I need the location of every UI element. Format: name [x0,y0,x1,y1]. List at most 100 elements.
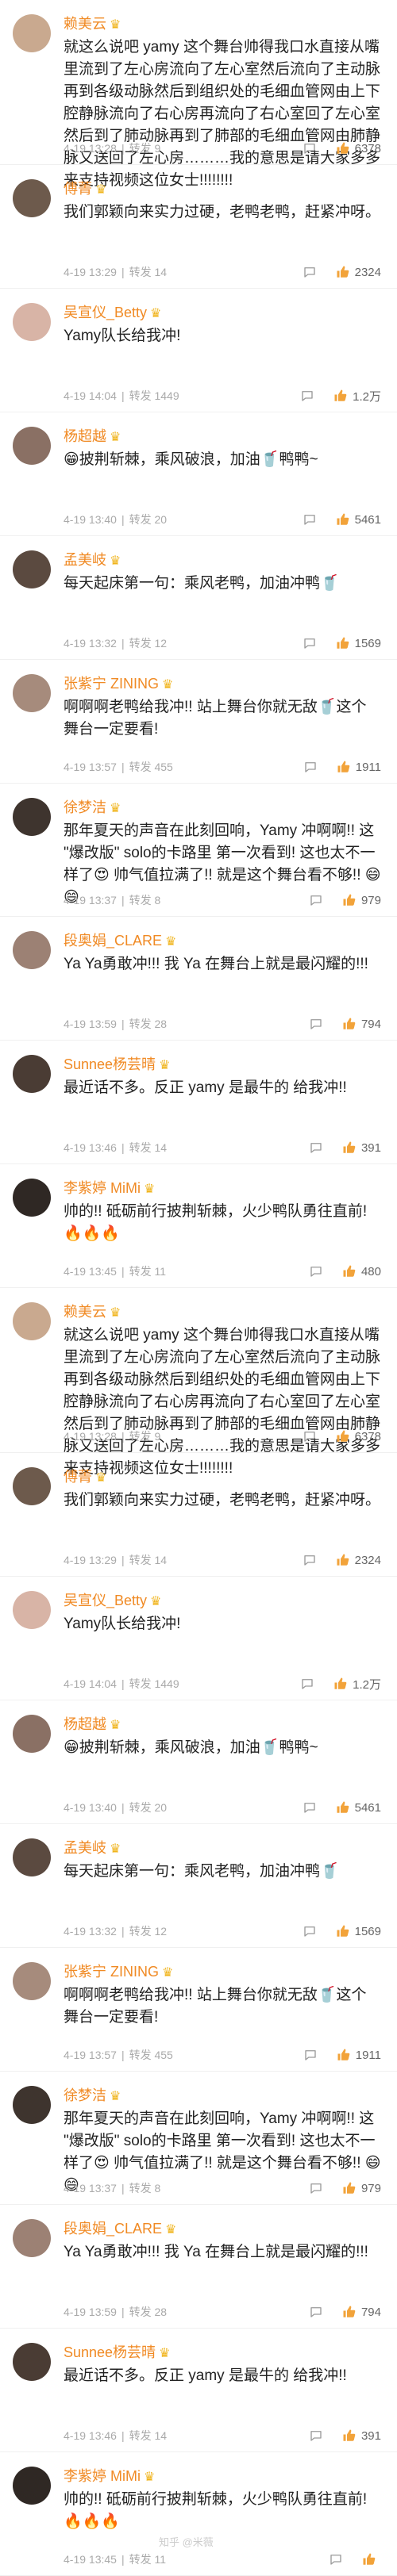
like-button[interactable]: 6378 [336,141,381,155]
like-button[interactable]: 6378 [336,1429,381,1443]
repost-count[interactable]: 转发 11 [129,1263,166,1279]
avatar[interactable] [13,1055,51,1093]
reply-comment-icon[interactable] [309,2428,323,2443]
commenter-name[interactable]: 李紫婷 MiMi ♛ [64,1177,155,1198]
avatar[interactable] [13,798,51,836]
commenter-name[interactable]: 段奥娟_CLARE ♛ [64,930,176,950]
repost-count[interactable]: 转发 14 [129,1140,167,1156]
commenter-name[interactable]: 孟美岐 ♛ [64,549,121,569]
commenter-name[interactable]: 赖美云 ♛ [64,1301,121,1321]
commenter-name[interactable]: 张紫宁 ZINING ♛ [64,673,173,693]
reply-comment-icon[interactable] [303,265,317,279]
like-button[interactable]: 794 [342,1017,381,1031]
repost-count[interactable]: 转发 8 [129,892,161,908]
like-button[interactable]: 1569 [336,1924,381,1938]
repost-count[interactable]: 转发 14 [129,1552,167,1568]
reply-comment-icon[interactable] [303,512,317,527]
avatar[interactable] [13,2219,51,2257]
like-button[interactable]: 1.2万 [333,388,381,404]
reply-comment-icon[interactable] [300,389,314,403]
commenter-name[interactable]: 吴宣仪_Betty ♛ [64,301,161,322]
commenter-name[interactable]: 段奥娟_CLARE ♛ [64,2218,176,2238]
reply-comment-icon[interactable] [309,1140,323,1155]
like-button[interactable]: 5461 [336,1800,381,1815]
repost-count[interactable]: 转发 28 [129,2304,167,2320]
avatar[interactable] [13,1179,51,1217]
like-button[interactable]: 2324 [336,1553,381,1567]
avatar[interactable] [13,14,51,52]
like-button[interactable]: 5461 [336,512,381,527]
reply-comment-icon[interactable] [329,2552,343,2566]
reply-comment-icon[interactable] [303,1553,317,1567]
commenter-name[interactable]: Sunnee杨芸晴 ♛ [64,1053,170,1074]
repost-count[interactable]: 转发 14 [129,2428,167,2444]
commenter-name[interactable]: 傅菁 ♛ [64,178,106,198]
like-button[interactable]: 480 [342,1264,381,1278]
avatar[interactable] [13,1838,51,1876]
commenter-name[interactable]: 傅菁 ♛ [64,1466,106,1486]
repost-count[interactable]: 转发 1449 [129,1676,179,1692]
like-button[interactable]: 979 [342,893,381,907]
avatar[interactable] [13,1962,51,2000]
commenter-name[interactable]: 赖美云 ♛ [64,13,121,33]
commenter-name[interactable]: 徐梦洁 ♛ [64,796,121,817]
avatar[interactable] [13,2086,51,2124]
commenter-name[interactable]: 杨超越 ♛ [64,425,121,446]
reply-comment-icon[interactable] [303,2048,318,2062]
reply-comment-icon[interactable] [303,1429,317,1443]
commenter-name[interactable]: 李紫婷 MiMi ♛ [64,2465,155,2486]
commenter-name[interactable]: Sunnee杨芸晴 ♛ [64,2341,170,2362]
like-button[interactable]: 794 [342,2305,381,2319]
avatar[interactable] [13,674,51,712]
repost-count[interactable]: 转发 12 [129,635,167,651]
reply-comment-icon[interactable] [303,636,317,650]
like-button[interactable]: 1911 [337,2048,381,2062]
repost-count[interactable]: 转发 455 [129,2047,173,2063]
commenter-name[interactable]: 吴宣仪_Betty ♛ [64,1589,161,1610]
like-button[interactable]: 1.2万 [333,1676,381,1692]
repost-count[interactable]: 转发 28 [129,1016,167,1032]
commenter-name[interactable]: 孟美岐 ♛ [64,1837,121,1857]
repost-count[interactable]: 转发 1449 [129,388,179,404]
repost-count[interactable]: 转发 20 [129,512,167,527]
like-button[interactable]: 391 [342,2428,381,2443]
reply-comment-icon[interactable] [300,1677,314,1691]
avatar[interactable] [13,1467,51,1505]
repost-count[interactable]: 转发 11 [129,2551,166,2567]
avatar[interactable] [13,303,51,341]
like-button[interactable]: 1569 [336,636,381,650]
avatar[interactable] [13,1715,51,1753]
repost-count[interactable]: 转发 9 [129,1428,161,1444]
reply-comment-icon[interactable] [303,760,318,774]
repost-count[interactable]: 转发 14 [129,264,167,280]
avatar[interactable] [13,1591,51,1629]
repost-count[interactable]: 转发 455 [129,759,173,775]
like-button[interactable]: 1911 [337,760,381,774]
reply-comment-icon[interactable] [309,1264,323,1278]
like-button[interactable] [362,2552,381,2566]
commenter-name[interactable]: 徐梦洁 ♛ [64,2084,121,2105]
avatar[interactable] [13,427,51,465]
like-button[interactable]: 2324 [336,265,381,279]
repost-count[interactable]: 转发 8 [129,2180,161,2196]
reply-comment-icon[interactable] [309,2305,323,2319]
reply-comment-icon[interactable] [309,893,323,907]
reply-comment-icon[interactable] [303,1924,317,1938]
like-button[interactable]: 391 [342,1140,381,1155]
avatar[interactable] [13,550,51,588]
repost-count[interactable]: 转发 20 [129,1800,167,1815]
repost-count[interactable]: 转发 12 [129,1923,167,1939]
reply-comment-icon[interactable] [309,2181,323,2195]
reply-comment-icon[interactable] [303,141,317,155]
like-button[interactable]: 979 [342,2181,381,2195]
avatar[interactable] [13,2343,51,2381]
avatar[interactable] [13,931,51,969]
avatar[interactable] [13,179,51,217]
reply-comment-icon[interactable] [303,1800,317,1815]
commenter-name[interactable]: 张紫宁 ZINING ♛ [64,1961,173,1981]
reply-comment-icon[interactable] [309,1017,323,1031]
avatar[interactable] [13,1302,51,1340]
avatar[interactable] [13,2467,51,2505]
repost-count[interactable]: 转发 9 [129,140,161,156]
commenter-name[interactable]: 杨超越 ♛ [64,1713,121,1734]
